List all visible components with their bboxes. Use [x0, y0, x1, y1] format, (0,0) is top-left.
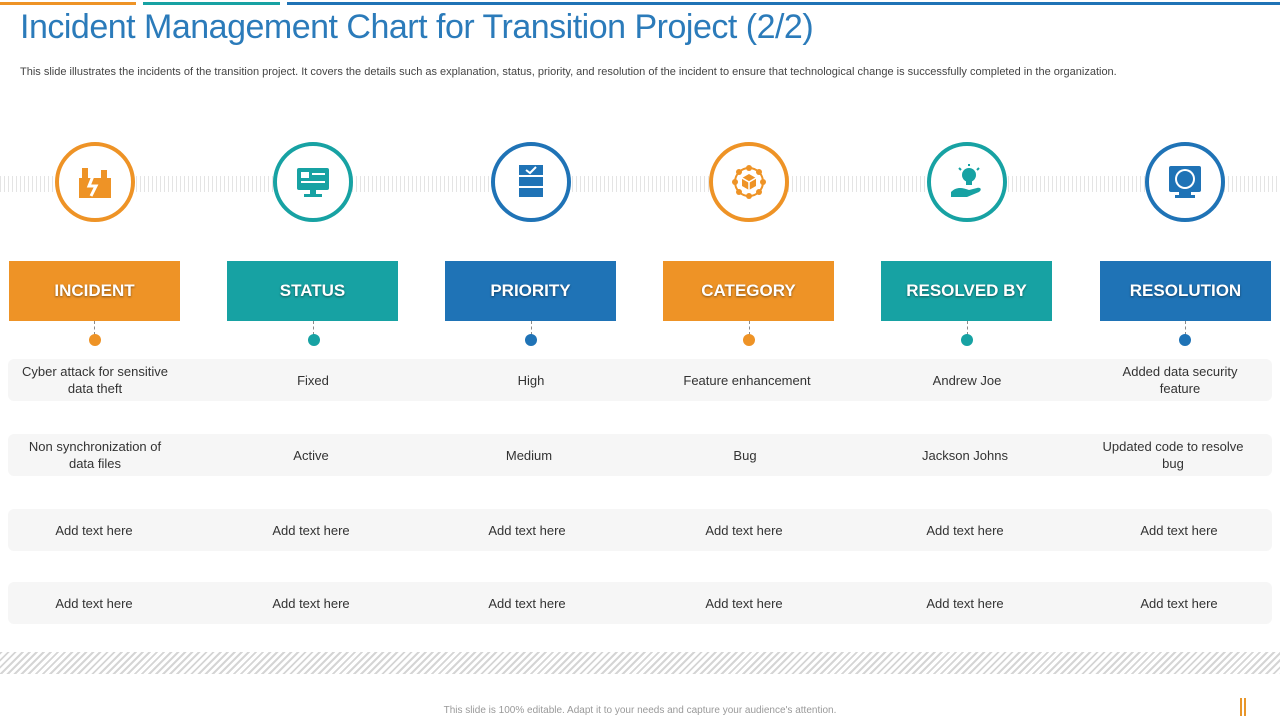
node-status [308, 334, 320, 346]
row2-category-text: Bug [733, 447, 757, 463]
row4-category-text: Add text here [705, 595, 783, 611]
header-category: CATEGORY [663, 261, 834, 321]
row3-status-cell: Add text here [211, 509, 411, 551]
row2-category-cell: Bug [645, 434, 845, 476]
row4-resolution-cell: Add text here [1079, 582, 1279, 624]
row2-resolved-by-text: Jackson Johns [922, 447, 1008, 463]
row4-category-cell: Add text here [644, 582, 844, 624]
row1-resolved-by-text: Andrew Joe [932, 372, 1002, 388]
row4-resolved-by-text: Add text here [926, 595, 1004, 611]
screen-globe-icon [1169, 166, 1201, 198]
row1-priority-text: High [517, 372, 545, 388]
connector-incident [94, 321, 95, 335]
row3-priority-cell: Add text here [427, 509, 627, 551]
row1-incident-cell: Cyber attack for sensitive data theft [0, 359, 195, 401]
category-icon-circle [709, 142, 789, 222]
row2-status-cell: Active [211, 434, 411, 476]
row4-priority-cell: Add text here [427, 582, 627, 624]
top-accent-bar-teal [143, 2, 280, 5]
header-resolved-by: RESOLVED BY [881, 261, 1052, 321]
row1-category-text: Feature enhancement [683, 372, 811, 388]
row1-priority-cell: High [431, 359, 631, 401]
row3-resolved-by-cell: Add text here [865, 509, 1065, 551]
row1-status-text: Fixed [297, 372, 329, 388]
row3-category-cell: Add text here [644, 509, 844, 551]
monitor-icon [297, 168, 329, 197]
top-accent-bar-blue [287, 2, 1280, 5]
row3-resolution-cell: Add text here [1079, 509, 1279, 551]
node-resolved-by [961, 334, 973, 346]
row3-priority-text: Add text here [488, 522, 566, 538]
row1-incident-text: Cyber attack for sensitive data theft [22, 364, 168, 396]
connector-resolution [1185, 321, 1186, 335]
network-box-icon [732, 165, 766, 199]
connector-status [313, 321, 314, 335]
row4-status-cell: Add text here [211, 582, 411, 624]
row4-status-text: Add text here [272, 595, 350, 611]
row4-incident-text: Add text here [55, 595, 133, 611]
row2-resolution-cell: Updated code to resolve bug [1073, 434, 1273, 476]
row1-resolution-text: Added data security feature [1122, 364, 1238, 396]
page-subtitle: This slide illustrates the incidents of … [20, 66, 1117, 78]
top-accent-bar-orange [0, 2, 136, 5]
footer-accent-mark [1240, 698, 1246, 716]
row4-resolved-by-cell: Add text here [865, 582, 1065, 624]
row4-priority-text: Add text here [488, 595, 566, 611]
incident-icon-circle [55, 142, 135, 222]
header-incident: INCIDENT [9, 261, 180, 321]
row2-resolution-text: Updated code to resolve bug [1102, 439, 1244, 471]
row3-resolved-by-text: Add text here [926, 522, 1004, 538]
row3-incident-text: Add text here [55, 522, 133, 538]
dotted-divider [0, 176, 1280, 192]
connector-priority [531, 321, 532, 335]
row2-priority-text: Medium [505, 447, 553, 463]
node-resolution [1179, 334, 1191, 346]
row4-resolution-text: Add text here [1140, 595, 1218, 611]
row2-priority-cell: Medium [429, 434, 629, 476]
connector-resolved-by [967, 321, 968, 335]
hatched-divider [0, 652, 1280, 674]
resolved-by-icon-circle [927, 142, 1007, 222]
row4-incident-cell: Add text here [0, 582, 194, 624]
row3-resolution-text: Add text here [1140, 522, 1218, 538]
row1-resolved-by-cell: Andrew Joe [867, 359, 1067, 401]
row2-incident-text: Non synchronization of data files [28, 439, 162, 471]
checklist-icon [519, 165, 543, 197]
row3-status-text: Add text here [272, 522, 350, 538]
page-title: Incident Management Chart for Transition… [20, 8, 814, 46]
row3-incident-cell: Add text here [0, 509, 194, 551]
node-priority [525, 334, 537, 346]
footer-note: This slide is 100% editable. Adapt it to… [443, 705, 837, 716]
header-resolution: RESOLUTION [1100, 261, 1271, 321]
row1-status-cell: Fixed [213, 359, 413, 401]
row2-incident-cell: Non synchronization of data files [0, 434, 195, 476]
node-incident [89, 334, 101, 346]
node-category [743, 334, 755, 346]
header-status: STATUS [227, 261, 398, 321]
resolution-icon-circle [1145, 142, 1225, 222]
row3-category-text: Add text here [705, 522, 783, 538]
idea-hand-icon [951, 164, 981, 197]
row1-resolution-cell: Added data security feature [1080, 359, 1280, 401]
row1-category-cell: Feature enhancement [647, 359, 847, 401]
factory-damage-icon [79, 168, 111, 198]
priority-icon-circle [491, 142, 571, 222]
row2-resolved-by-cell: Jackson Johns [865, 434, 1065, 476]
connector-category [749, 321, 750, 335]
status-icon-circle [273, 142, 353, 222]
row2-status-text: Active [293, 447, 329, 463]
header-priority: PRIORITY [445, 261, 616, 321]
